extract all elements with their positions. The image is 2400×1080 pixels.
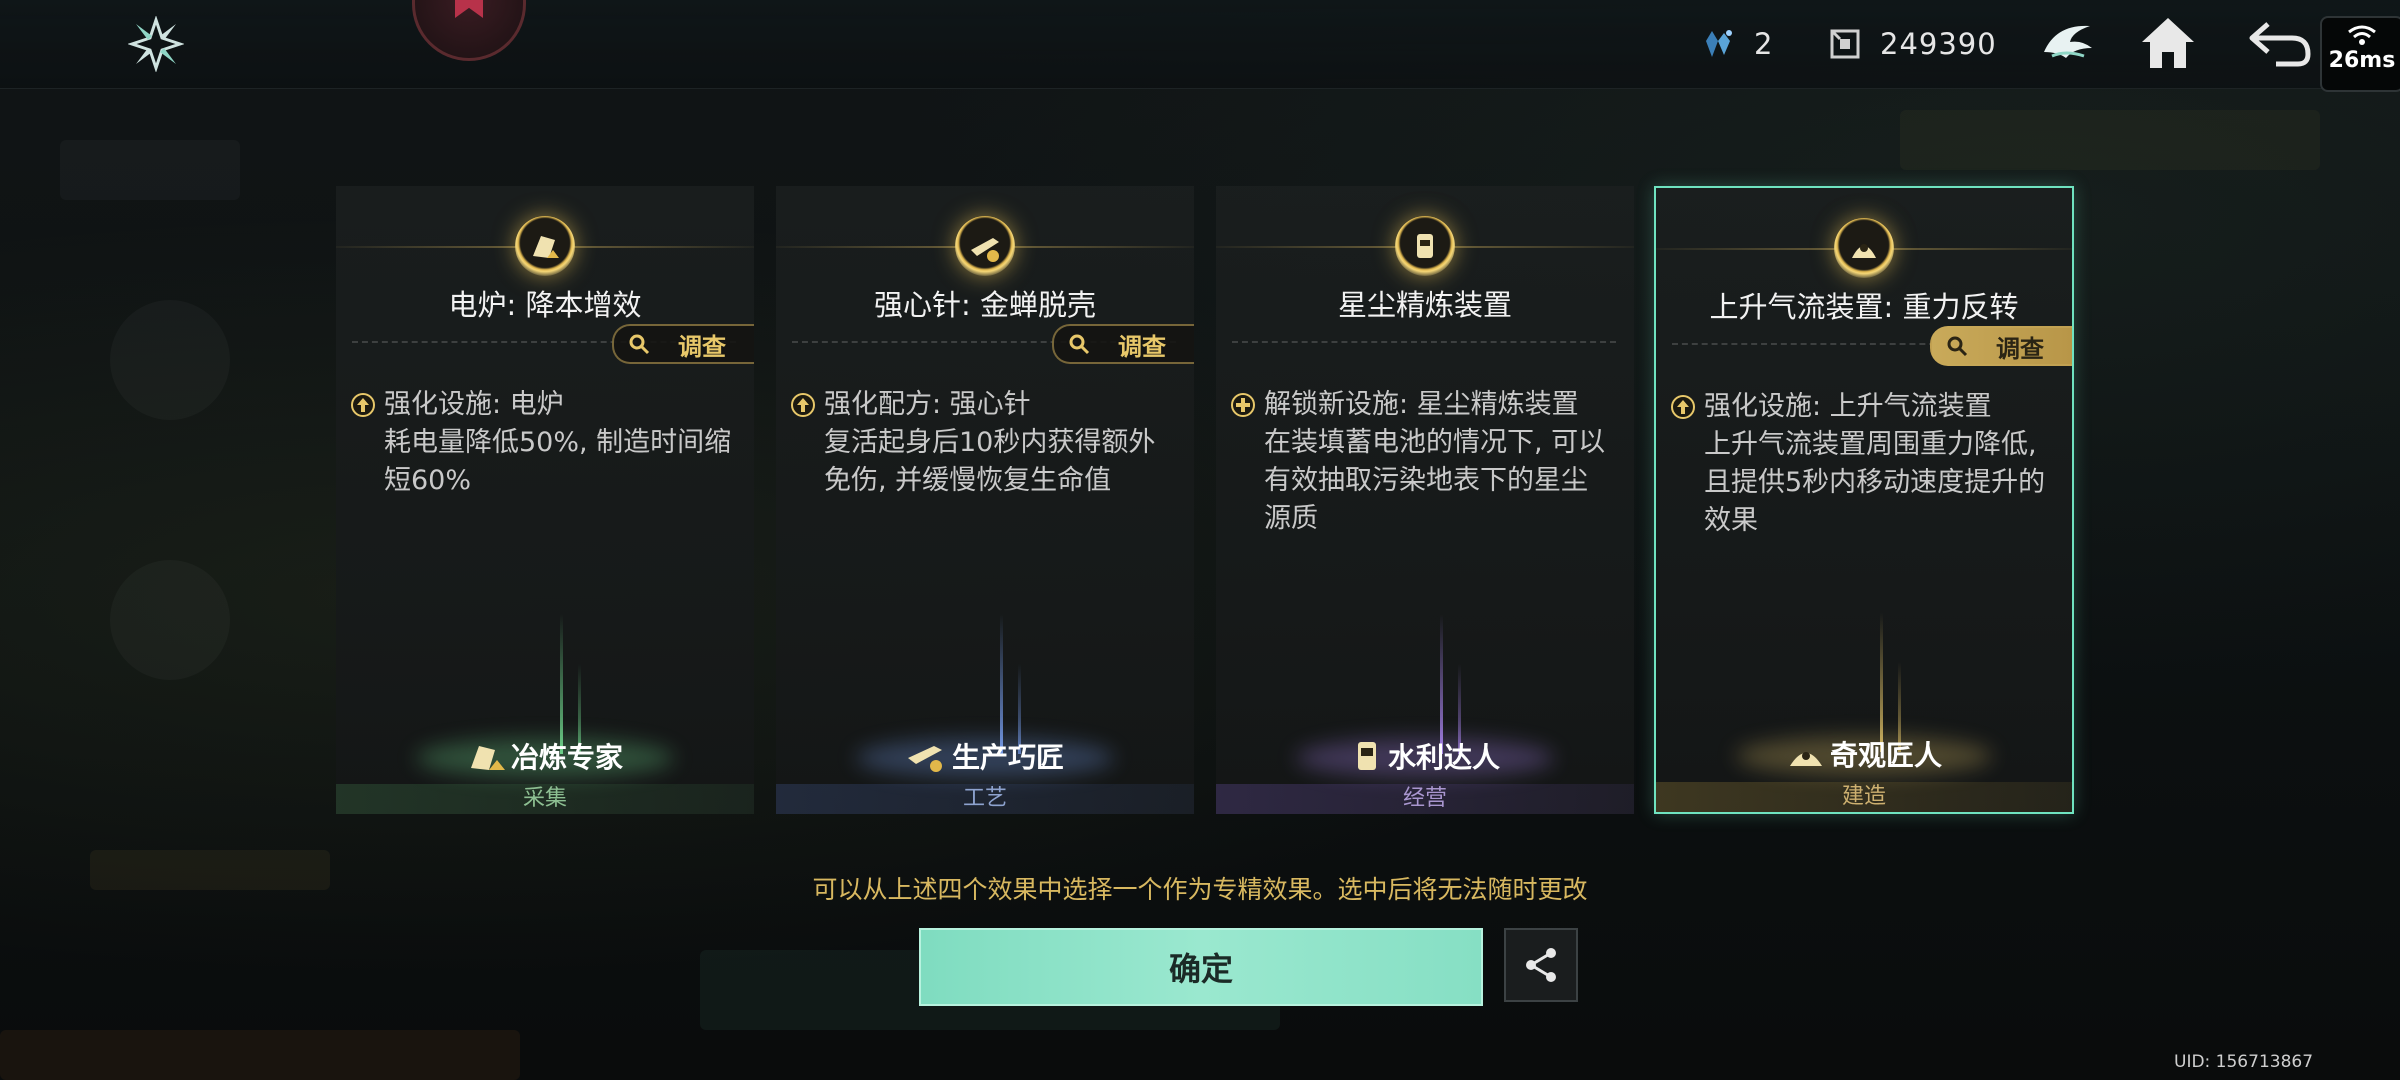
- investigate-label: 调查: [1996, 334, 2044, 363]
- wonder-builder-icon: [1789, 752, 1822, 766]
- light-beam: [1440, 614, 1443, 754]
- card-title: 上升气流装置: 重力反转: [1709, 290, 2019, 324]
- bg-blur: [110, 300, 230, 420]
- effect-heading: 强化设施: 电炉: [384, 389, 564, 420]
- updraft-emblem-icon: [1834, 218, 1894, 278]
- effect-description: 在装填蓄电池的情况下, 可以有效抽取污染地表下的星尘源质: [1264, 427, 1606, 534]
- category-label: 建造: [1656, 782, 2072, 812]
- upgrade-arrow-icon: [1671, 395, 1695, 419]
- confirm-button[interactable]: 确定: [919, 928, 1483, 1006]
- back-icon[interactable]: [2246, 12, 2311, 76]
- effect-heading: 解锁新设施: 星尘精炼装置: [1264, 389, 1579, 420]
- role-title: 冶炼专家: [336, 736, 754, 776]
- upgrade-arrow-icon: [351, 393, 375, 417]
- crystal-count: 2: [1754, 27, 1774, 61]
- smelter-icon: [470, 746, 505, 770]
- ping-value: 26ms: [2328, 48, 2396, 73]
- card-title: 强心针: 金蝉脱壳: [874, 288, 1096, 322]
- card-furnace[interactable]: 电炉: 降本增效 调查 强化设施: 电炉 耗电量降低50%, 制造时间缩短60%…: [336, 186, 754, 814]
- crystal-resource: 2: [1702, 22, 1773, 66]
- craftsman-icon: [907, 746, 942, 772]
- share-icon: [1526, 948, 1556, 982]
- magnifier-icon: [1947, 336, 1968, 357]
- card-updraft[interactable]: 上升气流装置: 重力反转 调查 强化设施: 上升气流装置 上升气流装置周围重力降…: [1654, 186, 2074, 814]
- wifi-icon: [2348, 25, 2376, 45]
- specialization-cards: 电炉: 降本增效 调查 强化设施: 电炉 耗电量降低50%, 制造时间缩短60%…: [336, 186, 2076, 816]
- bg-blur: [1900, 110, 2320, 170]
- category-label: 采集: [336, 784, 754, 814]
- guild-badge-icon[interactable]: [412, 0, 526, 61]
- investigate-button[interactable]: 调查: [612, 324, 754, 364]
- role-title: 生产巧匠: [776, 736, 1194, 776]
- role-label: 奇观匠人: [1829, 739, 1942, 772]
- magnifier-icon: [629, 334, 650, 355]
- role-title: 水利达人: [1216, 736, 1634, 776]
- currency-amount: 249390: [1880, 27, 1997, 61]
- investigate-button[interactable]: 调查: [1930, 326, 2072, 366]
- game-logo-icon[interactable]: [127, 15, 185, 73]
- divider: [1232, 341, 1616, 343]
- top-bar: 2 249390 26ms: [0, 0, 2400, 92]
- bg-blur: [0, 1030, 520, 1080]
- investigate-label: 调查: [678, 332, 726, 361]
- card-stardust-refiner[interactable]: 星尘精炼装置 解锁新设施: 星尘精炼装置 在装填蓄电池的情况下, 可以有效抽取污…: [1216, 186, 1634, 814]
- card-stim[interactable]: 强心针: 金蝉脱壳 调查 强化配方: 强心针 复活起身后10秒内获得额外免伤, …: [776, 186, 1194, 814]
- refiner-emblem-icon: [1395, 216, 1455, 276]
- effect-heading: 强化配方: 强心针: [824, 389, 1031, 420]
- network-ping: 26ms: [2320, 16, 2400, 92]
- light-beam: [1880, 612, 1883, 752]
- home-icon[interactable]: [2136, 12, 2200, 76]
- bg-blur: [110, 560, 230, 680]
- light-beam: [1000, 614, 1003, 754]
- plus-icon: [1231, 393, 1255, 417]
- bg-blur: [60, 140, 240, 200]
- water-master-icon: [1357, 742, 1376, 770]
- role-label: 冶炼专家: [510, 741, 623, 774]
- share-button[interactable]: [1504, 928, 1578, 1002]
- investigate-label: 调查: [1118, 332, 1166, 361]
- selection-hint: 可以从上述四个效果中选择一个作为专精效果。选中后将无法随时更改: [812, 875, 1588, 904]
- specialization-screen: 2 249390 26ms 电炉: 降本增效 调查 强化设施: 电炉 耗电量降低…: [0, 0, 2400, 1080]
- effect-description: 耗电量降低50%, 制造时间缩短60%: [384, 427, 732, 496]
- user-id: UID: 156713867: [2174, 1052, 2314, 1072]
- effect-description: 上升气流装置周围重力降低, 且提供5秒内移动速度提升的效果: [1704, 429, 2046, 536]
- role-label: 水利达人: [1387, 741, 1500, 774]
- magnifier-icon: [1069, 334, 1090, 355]
- role-title: 奇观匠人: [1656, 734, 2072, 774]
- effect-heading: 强化设施: 上升气流装置: [1704, 391, 1992, 422]
- light-beam: [560, 614, 563, 754]
- stim-emblem-icon: [955, 216, 1015, 276]
- currency-resource: 249390: [1828, 22, 1997, 66]
- card-title: 电炉: 降本增效: [448, 288, 642, 322]
- effect-description: 复活起身后10秒内获得额外免伤, 并缓慢恢复生命值: [824, 427, 1156, 496]
- phoenix-icon[interactable]: [2036, 12, 2100, 76]
- currency-icon: [1830, 29, 1860, 59]
- crystal-icon: [1706, 30, 1732, 57]
- furnace-emblem-icon: [515, 216, 575, 276]
- category-label: 经营: [1216, 784, 1634, 814]
- category-label: 工艺: [776, 784, 1194, 814]
- card-title: 星尘精炼装置: [1337, 288, 1512, 322]
- upgrade-arrow-icon: [791, 393, 815, 417]
- role-label: 生产巧匠: [951, 741, 1064, 774]
- investigate-button[interactable]: 调查: [1052, 324, 1194, 364]
